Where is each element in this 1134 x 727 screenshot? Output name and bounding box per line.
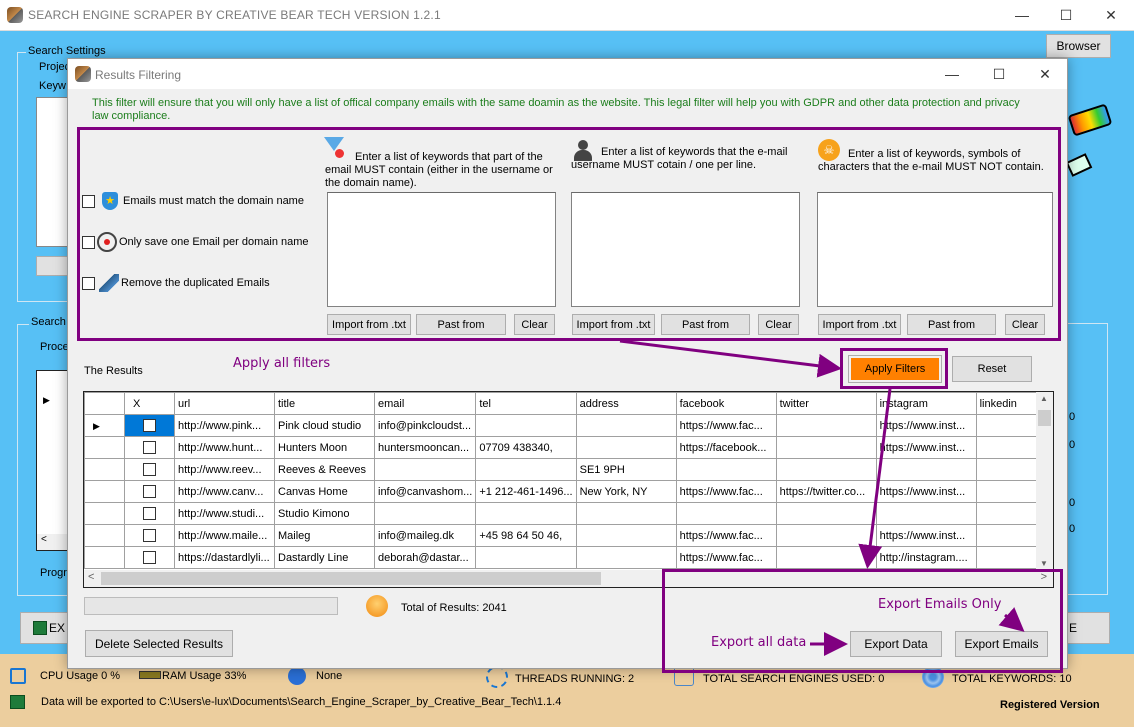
annotation-arrows	[619, 339, 1025, 656]
arrow-to-export-box	[858, 388, 892, 569]
arrow-to-apply	[619, 339, 842, 378]
arrow-to-export-emails	[998, 607, 1025, 632]
